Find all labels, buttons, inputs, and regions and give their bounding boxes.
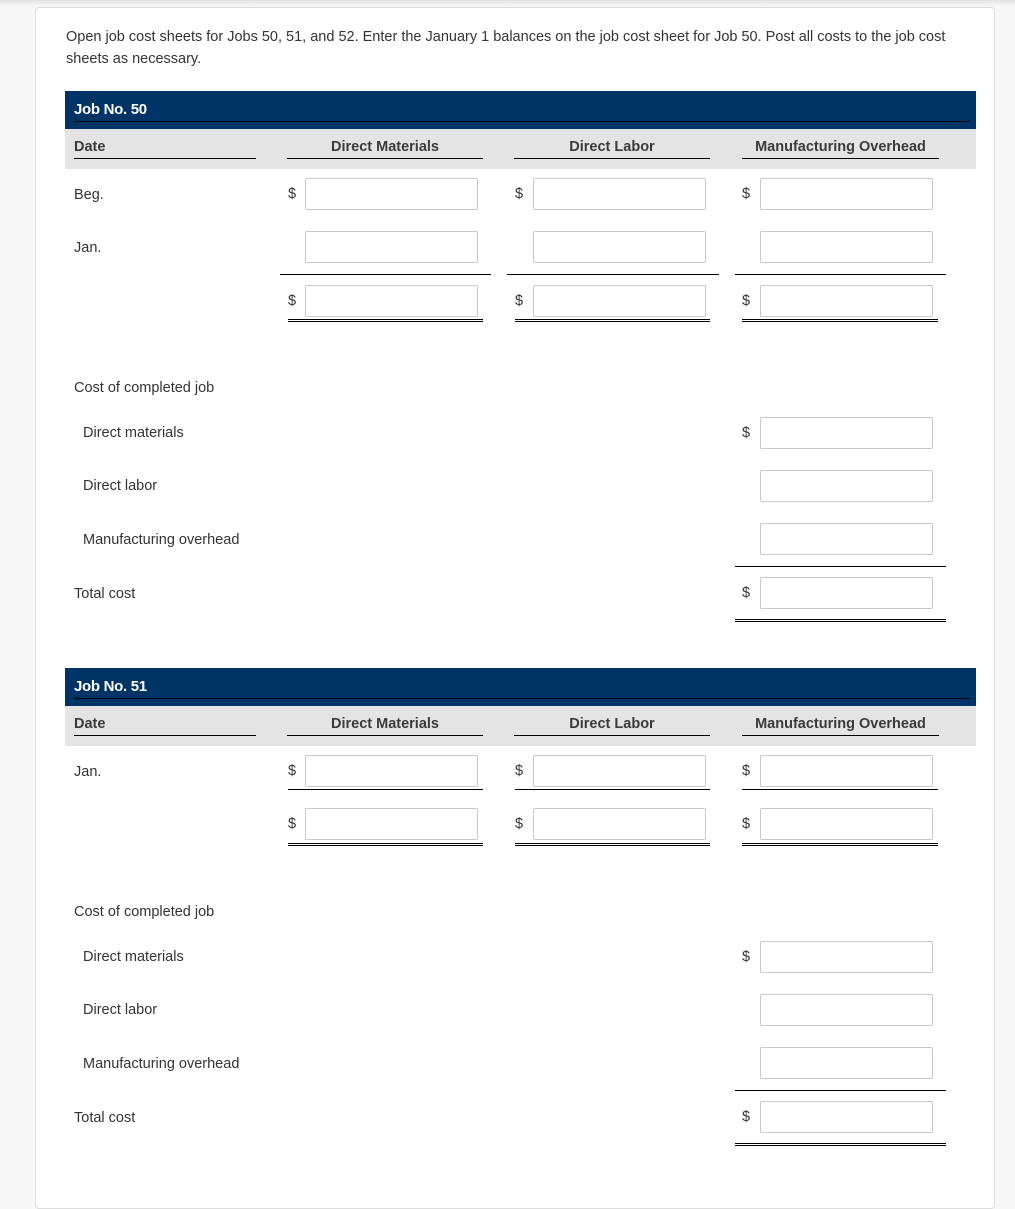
subtotal-rule <box>735 566 946 567</box>
total-double-rule <box>735 1143 946 1146</box>
total-double-rule <box>288 319 483 322</box>
summary-label-manufacturing-overhead: Manufacturing overhead <box>83 532 240 548</box>
summary-label-direct-materials: Direct materials <box>83 425 184 441</box>
dollar-sign: $ <box>742 293 751 309</box>
dollar-sign: $ <box>515 186 524 202</box>
jan-direct-labor-input[interactable] <box>533 755 706 787</box>
dollar-sign: $ <box>288 186 297 202</box>
instructions-text: Open job cost sheets for Jobs 50, 51, an… <box>66 29 946 67</box>
jan-direct-materials-input[interactable] <box>305 755 478 787</box>
job-cost-sheet-51: Job No. 51 Date Direct Materials Direct … <box>65 668 976 1188</box>
row-label-jan: Jan. <box>74 764 102 780</box>
job-title: Job No. 50 <box>74 101 147 118</box>
dollar-sign: $ <box>742 949 751 965</box>
column-header-manufacturing-overhead: Manufacturing Overhead <box>742 716 939 736</box>
subtotal-rule <box>515 789 710 790</box>
job-title: Job No. 51 <box>74 678 147 695</box>
subtotal-rule <box>735 274 946 275</box>
total-direct-materials-input[interactable] <box>305 285 478 317</box>
column-header-row: Date Direct Materials Direct Labor Manuf… <box>65 706 976 746</box>
column-header-row: Date Direct Materials Direct Labor Manuf… <box>65 129 976 169</box>
beg-manufacturing-overhead-input[interactable] <box>760 178 933 210</box>
total-double-rule <box>742 319 938 322</box>
subtotal-rule <box>280 274 491 275</box>
summary-heading: Cost of completed job <box>74 904 215 920</box>
top-shadow <box>0 0 1015 6</box>
question-card: Open job cost sheets for Jobs 50, 51, an… <box>35 7 995 1209</box>
dollar-sign: $ <box>742 585 751 601</box>
summary-direct-materials-input[interactable] <box>760 941 933 973</box>
dollar-sign: $ <box>742 1109 751 1125</box>
jan-manufacturing-overhead-input[interactable] <box>760 755 933 787</box>
beg-direct-materials-input[interactable] <box>305 178 478 210</box>
summary-manufacturing-overhead-input[interactable] <box>760 1047 933 1079</box>
jan-manufacturing-overhead-input[interactable] <box>760 231 933 263</box>
summary-manufacturing-overhead-input[interactable] <box>760 523 933 555</box>
row-label-jan: Jan. <box>74 240 102 256</box>
subtotal-rule <box>735 1090 946 1091</box>
title-underline <box>74 121 970 122</box>
summary-label-direct-labor: Direct labor <box>83 478 158 494</box>
column-header-date: Date <box>74 139 256 159</box>
dollar-sign: $ <box>515 816 524 832</box>
summary-total-cost-input[interactable] <box>760 577 933 609</box>
total-double-rule <box>735 619 946 622</box>
summary-label-manufacturing-overhead: Manufacturing overhead <box>83 1056 240 1072</box>
dollar-sign: $ <box>515 763 524 779</box>
jan-direct-labor-input[interactable] <box>533 231 706 263</box>
column-header-date: Date <box>74 716 256 736</box>
total-double-rule <box>742 843 938 846</box>
column-header-direct-labor: Direct Labor <box>514 139 710 159</box>
dollar-sign: $ <box>288 816 297 832</box>
summary-label-total-cost: Total cost <box>74 586 136 602</box>
total-manufacturing-overhead-input[interactable] <box>760 808 933 840</box>
dollar-sign: $ <box>742 816 751 832</box>
dollar-sign: $ <box>742 763 751 779</box>
summary-total-cost-input[interactable] <box>760 1101 933 1133</box>
subtotal-rule <box>742 789 938 790</box>
dollar-sign: $ <box>515 293 524 309</box>
title-underline <box>74 698 970 699</box>
subtotal-rule <box>507 274 719 275</box>
summary-direct-materials-input[interactable] <box>760 417 933 449</box>
summary-direct-labor-input[interactable] <box>760 994 933 1026</box>
column-header-direct-materials: Direct Materials <box>287 716 483 736</box>
job-title-bar: Job No. 51 <box>65 668 976 706</box>
total-double-rule <box>515 843 710 846</box>
total-double-rule <box>515 319 710 322</box>
total-direct-materials-input[interactable] <box>305 808 478 840</box>
column-header-direct-labor: Direct Labor <box>514 716 710 736</box>
summary-direct-labor-input[interactable] <box>760 470 933 502</box>
subtotal-rule <box>288 789 483 790</box>
dollar-sign: $ <box>288 763 297 779</box>
total-manufacturing-overhead-input[interactable] <box>760 285 933 317</box>
total-direct-labor-input[interactable] <box>533 285 706 317</box>
summary-label-direct-labor: Direct labor <box>83 1002 158 1018</box>
row-label-beg: Beg. <box>74 187 104 203</box>
summary-heading: Cost of completed job <box>74 380 215 396</box>
beg-direct-labor-input[interactable] <box>533 178 706 210</box>
dollar-sign: $ <box>288 293 297 309</box>
job-title-bar: Job No. 50 <box>65 91 976 129</box>
jan-direct-materials-input[interactable] <box>305 231 478 263</box>
column-header-manufacturing-overhead: Manufacturing Overhead <box>742 139 939 159</box>
summary-label-total-cost: Total cost <box>74 1110 136 1126</box>
column-header-direct-materials: Direct Materials <box>287 139 483 159</box>
total-double-rule <box>288 843 483 846</box>
dollar-sign: $ <box>742 425 751 441</box>
total-direct-labor-input[interactable] <box>533 808 706 840</box>
summary-label-direct-materials: Direct materials <box>83 949 184 965</box>
dollar-sign: $ <box>742 186 751 202</box>
job-cost-sheet-50: Job No. 50 Date Direct Materials Direct … <box>65 91 976 631</box>
